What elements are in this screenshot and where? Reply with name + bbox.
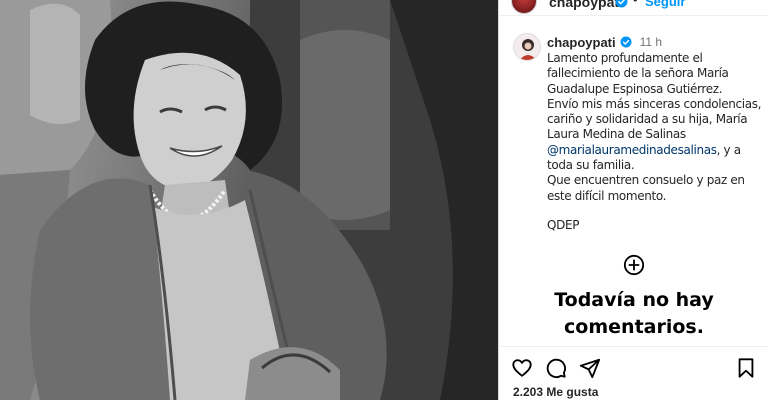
- separator-dot: •: [633, 0, 638, 7]
- header-username[interactable]: chapoypati: [549, 0, 623, 10]
- caption-username[interactable]: chapoypati: [547, 35, 616, 50]
- comment-icon[interactable]: [545, 357, 567, 379]
- mention-link[interactable]: @marialauramedinadesalinas: [547, 143, 717, 157]
- caption-paragraph: Que encuentren consuelo y paz en este di…: [547, 173, 745, 203]
- follow-button[interactable]: Seguir: [645, 0, 685, 9]
- heart-icon[interactable]: [511, 357, 533, 379]
- avatar-image: [514, 34, 540, 60]
- empty-comments-title: Todavía no hay comentarios.: [499, 287, 768, 341]
- verified-badge-icon: [620, 36, 632, 48]
- header-avatar[interactable]: [511, 0, 537, 14]
- empty-title-line: Todavía no hay: [554, 289, 714, 311]
- caption-paragraph: Lamento profundamente el fallecimiento d…: [547, 51, 729, 96]
- action-bar: 2.203 Me gusta: [499, 346, 768, 400]
- empty-comments: Todavía no hay comentarios.: [499, 254, 768, 341]
- post-photo: [0, 0, 498, 400]
- share-icon[interactable]: [579, 357, 601, 379]
- plus-circle-icon: [623, 254, 645, 276]
- photo-illustration: [0, 0, 498, 400]
- caption-paragraph: Envío mis más sinceras condolencias, car…: [547, 97, 767, 173]
- caption-text-part: Envío mis más sinceras condolencias, car…: [547, 96, 762, 142]
- verified-badge-icon: [615, 0, 628, 8]
- caption-paragraph: QDEP: [547, 217, 580, 232]
- post-panel: chapoypati • Seguir chapoypati 11: [498, 0, 768, 400]
- likes-count[interactable]: 2.203 Me gusta: [513, 385, 598, 399]
- empty-title-line: comentarios.: [564, 316, 704, 338]
- caption-text: Lamento profundamente el fallecimiento d…: [547, 51, 767, 233]
- caption-meta: chapoypati 11 h: [547, 34, 767, 50]
- caption-body: chapoypati 11 h Lamento profundamente el…: [547, 34, 767, 233]
- post-header: chapoypati • Seguir: [499, 0, 768, 16]
- bookmark-icon[interactable]: [735, 357, 757, 379]
- post-time[interactable]: 11 h: [640, 35, 662, 49]
- caption-avatar[interactable]: [513, 33, 541, 61]
